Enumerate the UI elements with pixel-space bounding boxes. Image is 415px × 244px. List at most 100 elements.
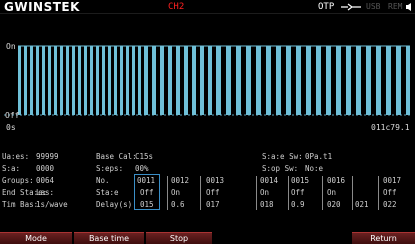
steps-label: S:eps: (96, 164, 124, 173)
pulse-bar (176, 46, 180, 115)
repeat-value[interactable]: 99999 (36, 152, 59, 162)
pulse-bar (36, 46, 39, 115)
groups-value[interactable]: 0064 (36, 176, 54, 186)
step-delay-cell[interactable]: 0.6 (171, 200, 185, 210)
time-start-label: 0s (6, 123, 16, 132)
start-value[interactable]: 0000 (36, 164, 54, 174)
step-number-cell[interactable]: 0016 (327, 176, 345, 186)
step-state-cell[interactable]: Off (206, 188, 220, 198)
grid-divider (256, 176, 257, 210)
repeat-label: Ua:es: (2, 152, 30, 161)
stop-switch-label: S:op Sw: (262, 164, 299, 173)
pulse-bar (54, 46, 57, 115)
step-number-cell[interactable]: 0013 (206, 176, 224, 186)
pulse-bar (396, 46, 401, 115)
step-number-cell[interactable]: 0011 (137, 176, 155, 186)
step-state-cell[interactable]: On (260, 188, 269, 198)
pulse-bar (138, 46, 141, 115)
step-delay-cell[interactable]: 015 (140, 200, 154, 210)
pulse-bar (48, 46, 51, 115)
pulse-bar (90, 46, 93, 115)
pulse-bar (120, 46, 123, 115)
pulse-bar (42, 46, 45, 115)
sequence-info-panel: Ua:es: 99999 S:a: 0000 Groups: 0064 End … (0, 152, 415, 232)
pulse-bar (256, 46, 261, 115)
pulse-bar (356, 46, 361, 115)
step-delay-cell[interactable]: 0.9 (291, 200, 305, 210)
number-row-label: No. (96, 176, 110, 185)
step-state-cell[interactable]: Off (383, 188, 397, 198)
pulse-bar (200, 46, 204, 115)
pulse-bar (316, 46, 321, 115)
step-delay-cell[interactable]: 020 (327, 200, 341, 210)
step-state-cell[interactable]: Off (140, 188, 154, 198)
grid-divider (378, 176, 379, 210)
pulse-bar (208, 46, 212, 115)
grid-divider (288, 176, 289, 210)
pulse-bar (376, 46, 381, 115)
time-end-label: 011c79.1 (371, 123, 410, 132)
on-axis-label: On (6, 42, 16, 51)
pulse-bar (306, 46, 311, 115)
grid-divider (167, 176, 168, 210)
pulse-bar (192, 46, 196, 115)
step-number-cell[interactable]: 0017 (383, 176, 401, 186)
step-state-cell[interactable]: On (171, 188, 180, 198)
base-cal-value[interactable]: C15s (135, 152, 153, 162)
step-delay-cell[interactable]: 018 (260, 200, 274, 210)
step-delay-cell[interactable]: 017 (206, 200, 220, 210)
pulse-bar (126, 46, 129, 115)
pulse-bar (336, 46, 341, 115)
stop-softkey[interactable]: Stop (146, 232, 212, 244)
sequence-waveform: On Off 0s 011c79.1 (0, 15, 415, 132)
pulse-bar (18, 46, 21, 115)
step-number-cell[interactable]: 0014 (260, 176, 278, 186)
pulse-bar (102, 46, 105, 115)
pulse-bar (84, 46, 87, 115)
pulse-bar (246, 46, 251, 115)
time-base-label: Tim Bas: (2, 200, 39, 209)
start-label: S:a: (2, 164, 21, 173)
state-row-label: Sta:e (96, 188, 119, 197)
return-softkey[interactable]: Return (352, 232, 415, 244)
steps-value[interactable]: 00% (135, 164, 149, 174)
softkey-bar: Mode Base time Stop Return (0, 232, 415, 244)
pulse-bar (168, 46, 172, 115)
step-delay-cell[interactable]: 022 (383, 200, 397, 210)
base-time-softkey[interactable]: Base time (74, 232, 144, 244)
usb-indicator: USB (366, 2, 381, 11)
pulse-bar (406, 46, 410, 115)
otp-indicator: OTP (318, 2, 335, 12)
stop-switch-value[interactable]: No:e (305, 164, 323, 174)
pulse-bar (184, 46, 188, 115)
pulse-bar (266, 46, 271, 115)
start-switch-value[interactable]: 0Pa.t1 (305, 152, 332, 162)
pulse-bar (144, 46, 148, 115)
step-number-cell[interactable]: 0015 (291, 176, 309, 186)
step-number-cell[interactable]: 0012 (171, 176, 189, 186)
brand-logo: GWINSTEK (4, 0, 80, 14)
pulse-bar (96, 46, 99, 115)
mode-softkey[interactable]: Mode (0, 232, 72, 244)
connection-icon (341, 3, 361, 11)
channel-indicator: CH2 (168, 2, 185, 12)
pulse-bar (386, 46, 391, 115)
time-base-value[interactable]: 1s/wave (36, 200, 68, 210)
step-delay-cell[interactable]: 021 (355, 200, 369, 210)
pulse-bar (30, 46, 33, 115)
pulse-bar (132, 46, 135, 115)
status-header: GWINSTEK CH2 OTP USB REM (0, 0, 415, 14)
step-state-cell[interactable]: On (327, 188, 336, 198)
end-state-value[interactable]: Las: (36, 188, 54, 198)
pulse-bar (60, 46, 63, 115)
pulse-bar (216, 46, 221, 115)
groups-label: Groups: (2, 176, 34, 185)
start-switch-label: S:a:e Sw: (262, 152, 303, 161)
delay-row-label: Delay(s) (96, 200, 133, 209)
pulse-bar (296, 46, 301, 115)
remote-indicator: REM (388, 2, 403, 11)
pulse-bar (276, 46, 281, 115)
pulse-bar (286, 46, 291, 115)
pulse-bar (78, 46, 81, 115)
step-state-cell[interactable]: Off (291, 188, 305, 198)
